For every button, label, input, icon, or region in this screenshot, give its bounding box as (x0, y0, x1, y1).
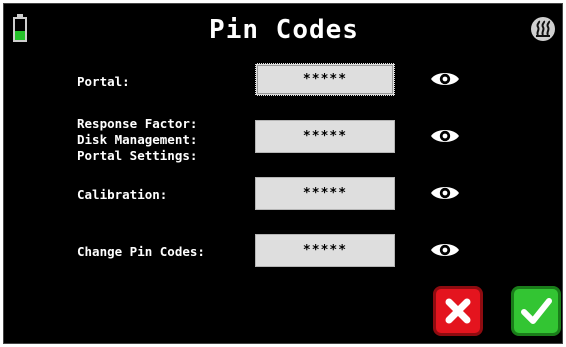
pin-field-response-disk-portal-settings[interactable]: ***** (255, 120, 395, 153)
pin-codes-screen: Pin Codes Portal: ***** Response Factor:… (3, 3, 563, 344)
field-label-change-pin-codes: Change Pin Codes: (77, 244, 205, 259)
pin-field-calibration[interactable]: ***** (255, 177, 395, 210)
eye-icon[interactable] (430, 69, 460, 89)
check-icon (521, 298, 552, 324)
eye-icon[interactable] (430, 240, 460, 260)
pin-field-portal[interactable]: ***** (255, 63, 395, 96)
cancel-button[interactable] (433, 286, 483, 336)
x-icon (445, 298, 471, 324)
page-title: Pin Codes (209, 15, 359, 45)
pin-field-change-pin-codes[interactable]: ***** (255, 234, 395, 267)
field-label-calibration: Calibration: (77, 187, 168, 202)
eye-icon[interactable] (430, 126, 460, 146)
field-label-response-disk-portal-settings: Response Factor: Disk Management: Portal… (77, 116, 198, 163)
field-label-portal: Portal: (77, 74, 130, 89)
heater-icon[interactable] (531, 17, 555, 41)
eye-icon[interactable] (430, 183, 460, 203)
confirm-button[interactable] (511, 286, 561, 336)
